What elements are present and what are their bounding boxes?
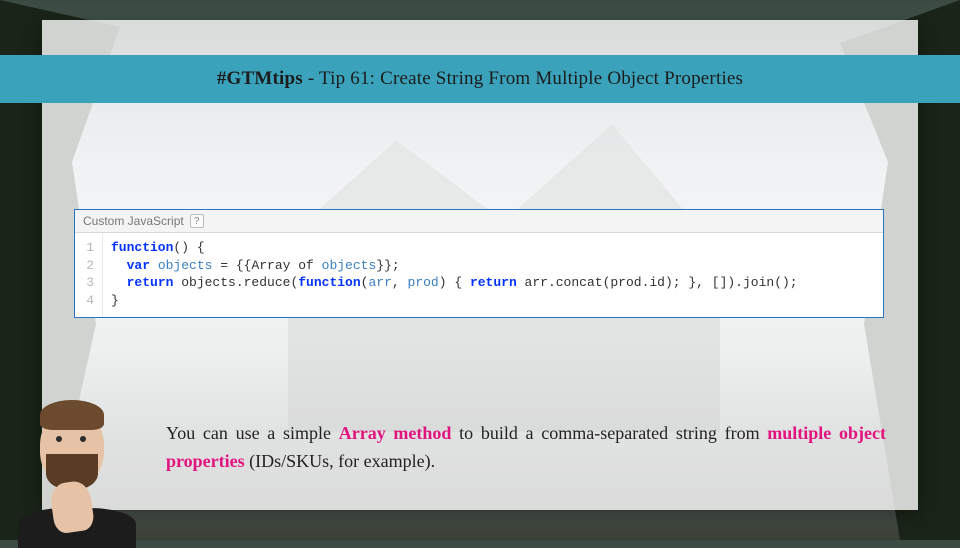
highlight-array-method: Array method xyxy=(339,423,452,443)
code-lines: function() { var objects = {{Array of ob… xyxy=(103,233,808,317)
code-header-label: Custom JavaScript xyxy=(83,214,184,228)
title-text: - Tip 61: Create String From Multiple Ob… xyxy=(303,68,743,89)
line-number: 4 xyxy=(81,292,94,310)
line-number: 3 xyxy=(81,274,94,292)
caption-text: You can use a simple Array method to bui… xyxy=(166,420,886,476)
help-icon[interactable]: ? xyxy=(190,214,204,228)
line-number: 2 xyxy=(81,257,94,275)
line-number: 1 xyxy=(81,239,94,257)
title-hashtag: #GTMtips xyxy=(217,68,303,89)
code-gutter: 1 2 3 4 xyxy=(75,233,103,317)
presenter-avatar xyxy=(6,390,141,540)
title-bar: #GTMtips - Tip 61: Create String From Mu… xyxy=(0,55,960,103)
code-panel: Custom JavaScript ? 1 2 3 4 function() {… xyxy=(74,209,884,318)
code-header: Custom JavaScript ? xyxy=(75,210,883,233)
code-body: 1 2 3 4 function() { var objects = {{Arr… xyxy=(75,233,883,317)
